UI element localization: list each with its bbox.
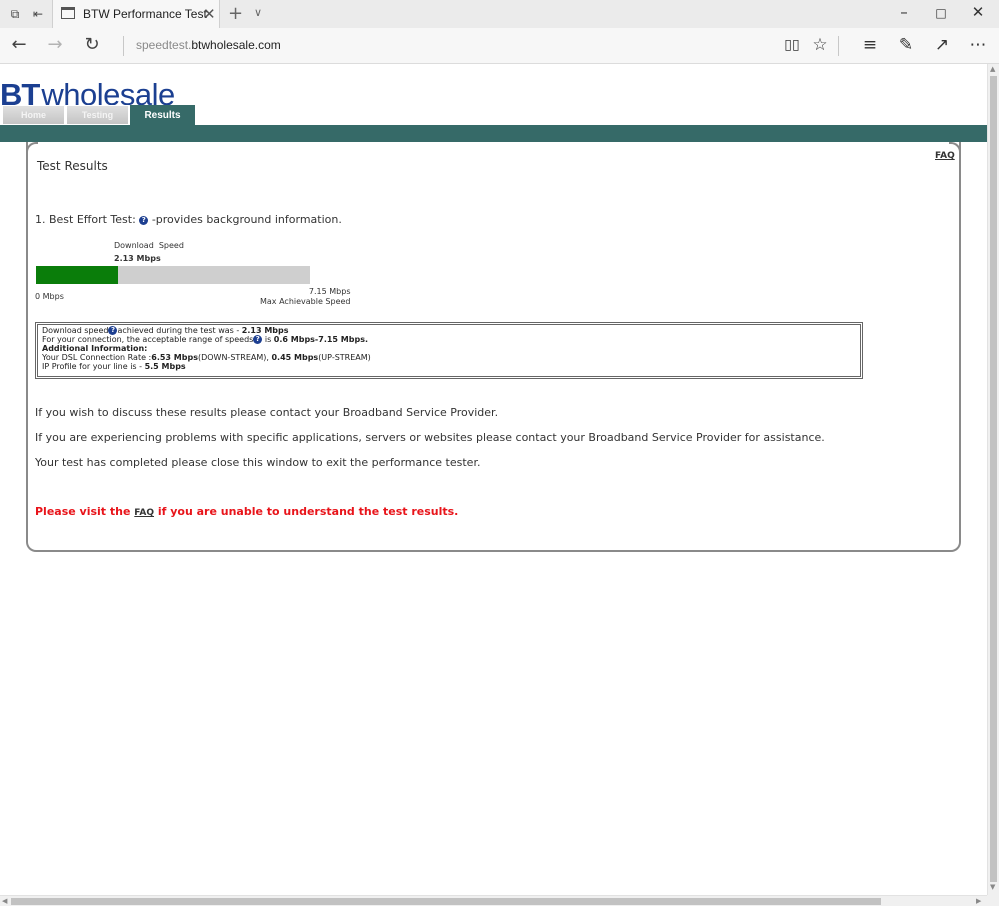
scroll-down-icon[interactable]: ▼ — [990, 883, 995, 891]
tab-set-aside-icon[interactable]: ⧉ — [7, 6, 23, 22]
speed-bar-track — [36, 266, 310, 284]
close-icon[interactable]: ✕ — [203, 5, 216, 23]
page-icon — [61, 7, 75, 19]
vertical-scrollbar[interactable]: ▲ ▼ — [987, 64, 999, 895]
info-line-ip-profile: IP Profile for your line is - 5.5 Mbps — [42, 362, 856, 371]
browser-tab[interactable]: BTW Performance Test ✕ — [52, 0, 220, 28]
help-icon[interactable]: ? — [253, 335, 263, 344]
best-effort-desc: -provides background information. — [151, 213, 342, 226]
download-speed-label: Download Speed — [114, 241, 184, 250]
faq-inline-link[interactable]: FAQ — [134, 508, 154, 518]
tab-bar: ⧉ ⇤ BTW Performance Test ✕ + ∨ – □ ✕ — [0, 0, 999, 28]
window-close-icon[interactable]: ✕ — [966, 3, 990, 21]
scroll-right-icon[interactable]: ▶ — [976, 897, 981, 905]
speed-bar-max: 7.15 Mbps Max Achievable Speed — [260, 287, 351, 307]
nav-tab-home[interactable]: Home — [2, 105, 65, 125]
notice-text: if you are unable to understand the test… — [154, 505, 459, 518]
header-band — [0, 125, 987, 142]
maximize-icon[interactable]: □ — [929, 6, 953, 20]
navigation-bar: ← → ↻ speedtest.btwholesale.com ▯▯ ☆ ≡ ✎… — [0, 28, 999, 64]
info-text: (UP-STREAM) — [318, 353, 371, 362]
toolbar-divider — [838, 36, 839, 56]
problems-text: If you are experiencing problems with sp… — [35, 431, 825, 444]
page-title: Test Results — [37, 159, 108, 173]
notice-text: Please visit the — [35, 505, 135, 518]
info-value: 0.45 Mbps — [271, 353, 319, 362]
vertical-scroll-thumb[interactable] — [990, 76, 997, 882]
chevron-down-icon[interactable]: ∨ — [254, 6, 262, 19]
info-value: 2.13 Mbps — [241, 326, 289, 335]
best-effort-label: 1. Best Effort Test: — [35, 213, 136, 226]
info-value: 5.5 Mbps — [144, 362, 186, 371]
minimize-icon[interactable]: – — [892, 3, 916, 21]
reading-view-icon[interactable]: ▯▯ — [780, 37, 804, 53]
page-viewport: BTwholesale Home Testing Results FAQ Tes… — [0, 64, 987, 895]
horizontal-scroll-thumb[interactable] — [11, 898, 881, 905]
info-line-download: Download speed? achieved during the test … — [42, 326, 856, 335]
web-note-icon[interactable]: ✎ — [894, 35, 918, 55]
help-icon[interactable]: ? — [139, 216, 149, 225]
scroll-up-icon[interactable]: ▲ — [990, 65, 995, 73]
info-line-additional: Additional Information: — [42, 344, 856, 353]
share-icon[interactable]: ↗ — [930, 35, 954, 55]
speed-info-content: Download speed? achieved during the test … — [37, 324, 861, 377]
info-text: (DOWN-STREAM), — [197, 353, 272, 362]
speed-bar-min: 0 Mbps — [35, 292, 64, 301]
address-divider — [123, 36, 124, 56]
scroll-left-icon[interactable]: ◀ — [2, 897, 7, 905]
max-speed-value: 7.15 Mbps — [308, 287, 351, 296]
info-text: Your DSL Connection Rate : — [42, 353, 152, 362]
tab-preview-icon[interactable]: ⇤ — [30, 6, 46, 22]
address-bar[interactable]: speedtest.btwholesale.com — [136, 38, 281, 52]
info-text: Download speed — [42, 326, 109, 335]
favorite-star-icon[interactable]: ☆ — [808, 35, 832, 55]
info-line-dsl: Your DSL Connection Rate :6.53 Mbps(DOWN… — [42, 353, 856, 362]
back-icon[interactable]: ← — [8, 34, 30, 55]
forward-icon[interactable]: → — [44, 34, 66, 55]
tab-title: BTW Performance Test — [83, 7, 207, 21]
bt-wholesale-logo: BTwholesale — [0, 77, 175, 112]
info-line-range: For your connection, the acceptable rang… — [42, 335, 856, 344]
info-value: 6.53 Mbps — [151, 353, 198, 362]
info-text: is — [262, 335, 274, 344]
refresh-icon[interactable]: ↻ — [81, 34, 103, 55]
info-text: For your connection, the acceptable rang… — [42, 335, 254, 344]
url-domain: btwholesale.com — [191, 38, 281, 52]
faq-notice: Please visit the FAQ if you are unable t… — [35, 505, 458, 518]
max-speed-caption: Max Achievable Speed — [260, 297, 351, 306]
download-speed-value: 2.13 Mbps — [114, 254, 161, 263]
info-heading: Additional Information: — [42, 344, 148, 353]
best-effort-heading: 1. Best Effort Test: ? -provides backgro… — [35, 213, 342, 226]
hub-icon[interactable]: ≡ — [858, 35, 882, 55]
url-prefix: speedtest. — [136, 38, 192, 52]
info-value: 0.6 Mbps-7.15 Mbps. — [273, 335, 368, 344]
speed-bar-fill — [36, 266, 118, 284]
contact-provider-text: If you wish to discuss these results ple… — [35, 406, 499, 419]
plus-icon[interactable]: + — [228, 3, 243, 24]
horizontal-scrollbar[interactable]: ◀ ▶ — [0, 895, 987, 906]
scrollbar-corner — [987, 895, 999, 906]
close-window-text: Your test has completed please close thi… — [35, 456, 481, 469]
faq-link[interactable]: FAQ — [935, 151, 955, 161]
nav-tab-testing[interactable]: Testing — [66, 105, 129, 125]
more-icon[interactable]: ⋯ — [966, 35, 990, 55]
info-text: IP Profile for your line is - — [42, 362, 145, 371]
results-panel: FAQ Test Results 1. Best Effort Test: ? … — [26, 142, 961, 552]
info-text: achieved during the test was - — [117, 326, 242, 335]
nav-tab-results[interactable]: Results — [130, 105, 195, 125]
speed-info-box: Download speed? achieved during the test … — [35, 322, 863, 379]
